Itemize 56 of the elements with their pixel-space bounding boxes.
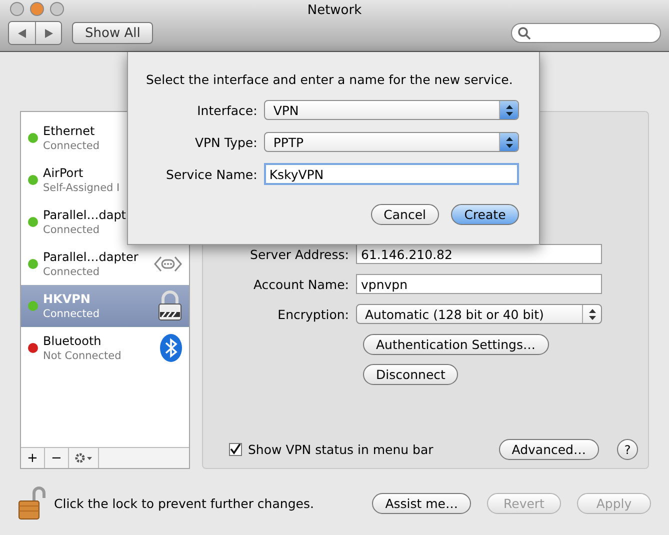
field-label: Service Name: <box>165 166 258 182</box>
service-name: Ethernet <box>43 124 96 138</box>
up-down-arrows-icon <box>506 104 512 116</box>
search-field[interactable] <box>511 23 661 43</box>
padlock-icon <box>157 290 183 322</box>
add-button[interactable]: + <box>21 448 45 468</box>
forward-button[interactable] <box>35 22 61 44</box>
service-status: Connected <box>43 306 101 320</box>
service-item[interactable]: Bluetooth Not Connected <box>21 327 189 369</box>
service-name-field[interactable]: KskyVPN <box>264 163 519 185</box>
checkbox[interactable] <box>229 443 242 456</box>
service-status: Connected <box>43 222 101 236</box>
popup-menu[interactable]: PPTP <box>264 132 519 152</box>
service-name: Parallel…dapt <box>43 208 128 222</box>
text-field[interactable]: vpnvpn <box>356 274 602 294</box>
search-icon <box>518 26 531 40</box>
bluetooth-icon <box>159 333 183 363</box>
gear-icon <box>74 453 92 463</box>
service-status: Connected <box>43 264 101 278</box>
field-label: Encryption: <box>276 306 350 322</box>
advanced-button[interactable]: Advanced… <box>498 439 599 460</box>
open-padlock-icon[interactable] <box>18 486 46 520</box>
remove-button[interactable]: − <box>45 448 69 468</box>
close-button[interactable] <box>10 2 24 16</box>
service-status: Self-Assigned I <box>43 180 121 194</box>
authentication-settings-button[interactable]: Authentication Settings… <box>363 334 549 354</box>
service-status: Connected <box>43 138 101 152</box>
popup-menu[interactable]: Automatic (128 bit or 40 bit) <box>356 304 602 324</box>
field-label: Server Address: <box>249 246 350 262</box>
back-button[interactable] <box>9 22 35 44</box>
text-field[interactable]: 61.146.210.82 <box>356 244 602 264</box>
sheet-prompt: Select the interface and enter a name for the new service. <box>145 72 514 87</box>
service-name: Bluetooth <box>43 334 102 348</box>
help-button[interactable]: ? <box>617 439 638 460</box>
sheet-button[interactable]: Cancel <box>370 204 439 225</box>
show-all-button[interactable]: Show All <box>72 22 154 44</box>
zoom-button[interactable] <box>50 2 64 16</box>
disconnect-button[interactable]: Disconnect <box>363 364 458 384</box>
left-triangle-icon <box>18 28 26 38</box>
up-down-arrows-icon <box>506 136 512 148</box>
field-label: VPN Type: <box>194 134 258 150</box>
minimize-button[interactable] <box>30 2 44 16</box>
right-triangle-icon <box>44 28 52 38</box>
window-title: Network <box>307 2 362 18</box>
service-name: Parallel…dapter <box>43 250 140 264</box>
field-label: Account Name: <box>252 276 350 292</box>
footer-button[interactable]: Assist me… <box>372 492 471 514</box>
popup-menu[interactable]: VPN <box>264 100 519 120</box>
lock-message: Click the lock to prevent further changes. <box>54 496 315 510</box>
service-status: Not Connected <box>43 348 122 362</box>
up-down-arrows-icon <box>588 308 596 320</box>
sheet-button[interactable]: Create <box>451 204 519 225</box>
field-label: Interface: <box>196 102 258 118</box>
service-item[interactable]: Parallel…dapter Connected <box>21 243 189 285</box>
service-name: HKVPN <box>43 292 92 306</box>
checkbox-label: Show VPN status in menu bar <box>248 442 434 457</box>
